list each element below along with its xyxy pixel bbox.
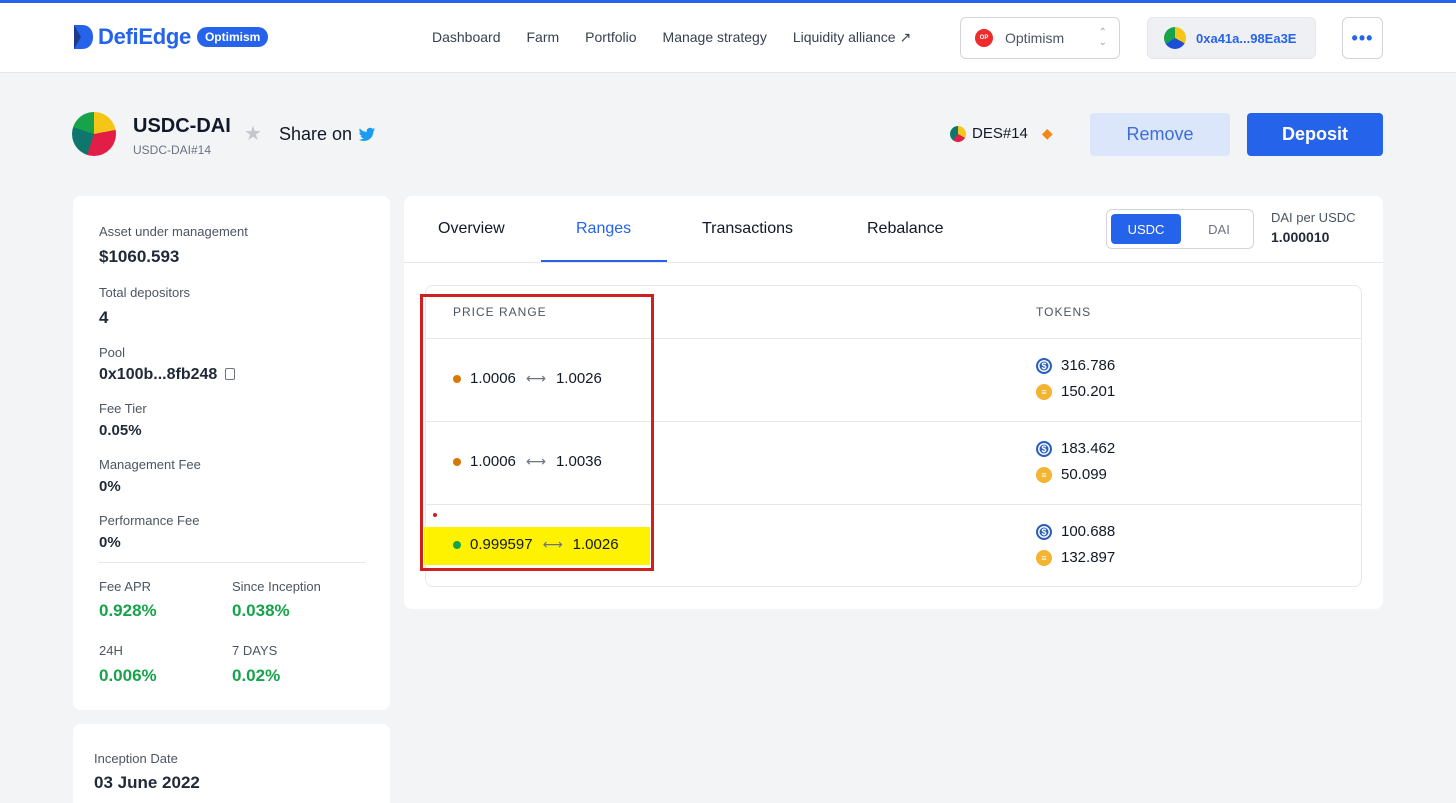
tab-overview[interactable]: Overview <box>438 220 505 238</box>
nav-portfolio[interactable]: Portfolio <box>585 29 636 46</box>
inception-date-value: 03 June 2022 <box>94 773 200 792</box>
strategy-label: DES#14 <box>972 125 1028 142</box>
usdc-amount: 100.688 <box>1061 523 1116 540</box>
aum-value: $1060.593 <box>99 247 180 266</box>
wallet-button[interactable]: 0xa41a...98Ea3E <box>1147 17 1316 59</box>
favorite-star-icon[interactable]: ★ <box>244 121 262 146</box>
top-header: DefiEdge Optimism Dashboard Farm Portfol… <box>0 3 1456 73</box>
optimism-icon: OP <box>975 29 993 47</box>
stats-card: Asset under management $1060.593 Total d… <box>73 196 390 710</box>
usdc-icon: $ <box>1036 440 1052 457</box>
main-nav: Dashboard Farm Portfolio Manage strategy… <box>432 29 937 46</box>
pool-avatar <box>72 112 116 156</box>
pool-label: Pool <box>99 345 126 360</box>
token-usdc-amount: $ 316.786 <box>1036 357 1115 374</box>
share-on-twitter[interactable]: Share on <box>279 124 376 145</box>
token-dai-amount: ≡ 50.099 <box>1036 466 1107 483</box>
tabs-divider <box>404 262 1383 263</box>
stats-divider <box>99 562 365 563</box>
deposit-button[interactable]: Deposit <box>1247 113 1383 156</box>
nav-farm[interactable]: Farm <box>527 29 560 46</box>
defiedge-logo-icon <box>74 25 93 49</box>
pool-address-value: 0x100b...8fb248 <box>99 366 218 383</box>
usdc-icon: $ <box>1036 523 1052 540</box>
nav-liquidity-alliance[interactable]: Liquidity alliance ↗ <box>793 29 911 46</box>
performance-fee-label: Performance Fee <box>99 513 200 528</box>
dai-amount: 132.897 <box>1061 549 1116 566</box>
price-value: 1.000010 <box>1271 229 1330 245</box>
twitter-icon <box>358 127 376 141</box>
inception-card: Inception Date 03 June 2022 <box>73 724 390 803</box>
token-usdc-amount: $ 183.462 <box>1036 440 1115 457</box>
toggle-usdc[interactable]: USDC <box>1111 214 1181 244</box>
annotation-red-dot <box>433 513 437 517</box>
network-badge: Optimism <box>196 27 269 47</box>
annotation-red-box <box>420 294 654 571</box>
dai-icon: ≡ <box>1036 549 1052 566</box>
brand-logo[interactable]: DefiEdge Optimism <box>72 23 269 51</box>
usdc-icon: $ <box>1036 357 1052 374</box>
pool-address: 0x100b...8fb248 <box>99 366 236 384</box>
more-menu-button[interactable]: ••• <box>1342 17 1383 59</box>
fee-apr-label: Fee APR <box>99 579 152 594</box>
usdc-amount: 183.462 <box>1061 440 1116 457</box>
pool-subtitle: USDC-DAI#14 <box>133 143 212 157</box>
fee-tier-value: 0.05% <box>99 422 142 439</box>
network-select[interactable]: OP Optimism ⌃ ⌄ <box>960 17 1120 59</box>
remove-button[interactable]: Remove <box>1090 113 1230 156</box>
dai-icon: ≡ <box>1036 466 1052 483</box>
token-toggle: USDC DAI <box>1106 209 1254 249</box>
price-label: DAI per USDC <box>1271 210 1356 225</box>
metamask-fox-icon[interactable]: ◆ <box>1042 125 1053 142</box>
pool-title: USDC-DAI <box>133 115 231 137</box>
performance-fee-value: 0% <box>99 534 121 551</box>
fee-apr-value: 0.928% <box>99 601 157 620</box>
tab-ranges[interactable]: Ranges <box>576 220 631 238</box>
since-inception-value: 0.038% <box>232 601 290 620</box>
7-days-value: 0.02% <box>232 666 281 685</box>
strategy-token-icon <box>950 125 966 142</box>
24h-label: 24H <box>99 643 123 658</box>
brand-name: DefiEdge <box>98 24 191 49</box>
strategy-id: DES#14 ◆ <box>950 125 1053 142</box>
header-tokens: TOKENS <box>1036 305 1092 319</box>
nav-dashboard[interactable]: Dashboard <box>432 29 501 46</box>
dai-amount: 50.099 <box>1061 466 1107 483</box>
share-label: Share on <box>279 124 353 144</box>
usdc-amount: 316.786 <box>1061 357 1116 374</box>
wallet-avatar <box>1164 27 1186 49</box>
since-inception-label: Since Inception <box>232 579 321 594</box>
network-select-label: Optimism <box>1005 30 1065 46</box>
depositors-label: Total depositors <box>99 285 191 300</box>
management-fee-value: 0% <box>99 478 121 495</box>
chevron-updown-icon: ⌃ ⌄ <box>1098 27 1107 48</box>
dai-amount: 150.201 <box>1061 383 1116 400</box>
tab-rebalance[interactable]: Rebalance <box>867 220 944 238</box>
24h-value: 0.006% <box>99 666 157 685</box>
token-dai-amount: ≡ 132.897 <box>1036 549 1115 566</box>
wallet-address: 0xa41a...98Ea3E <box>1196 30 1297 46</box>
fee-tier-label: Fee Tier <box>99 401 147 416</box>
depositors-value: 4 <box>99 308 109 327</box>
7-days-label: 7 DAYS <box>232 643 278 658</box>
management-fee-label: Management Fee <box>99 457 201 472</box>
tab-transactions[interactable]: Transactions <box>702 220 793 238</box>
toggle-dai[interactable]: DAI <box>1191 214 1247 244</box>
inception-date-label: Inception Date <box>94 751 178 766</box>
copy-icon[interactable] <box>225 368 236 380</box>
token-dai-amount: ≡ 150.201 <box>1036 383 1115 400</box>
dai-icon: ≡ <box>1036 383 1052 400</box>
nav-manage-strategy[interactable]: Manage strategy <box>663 29 767 46</box>
aum-label: Asset under management <box>99 224 248 239</box>
token-usdc-amount: $ 100.688 <box>1036 523 1115 540</box>
